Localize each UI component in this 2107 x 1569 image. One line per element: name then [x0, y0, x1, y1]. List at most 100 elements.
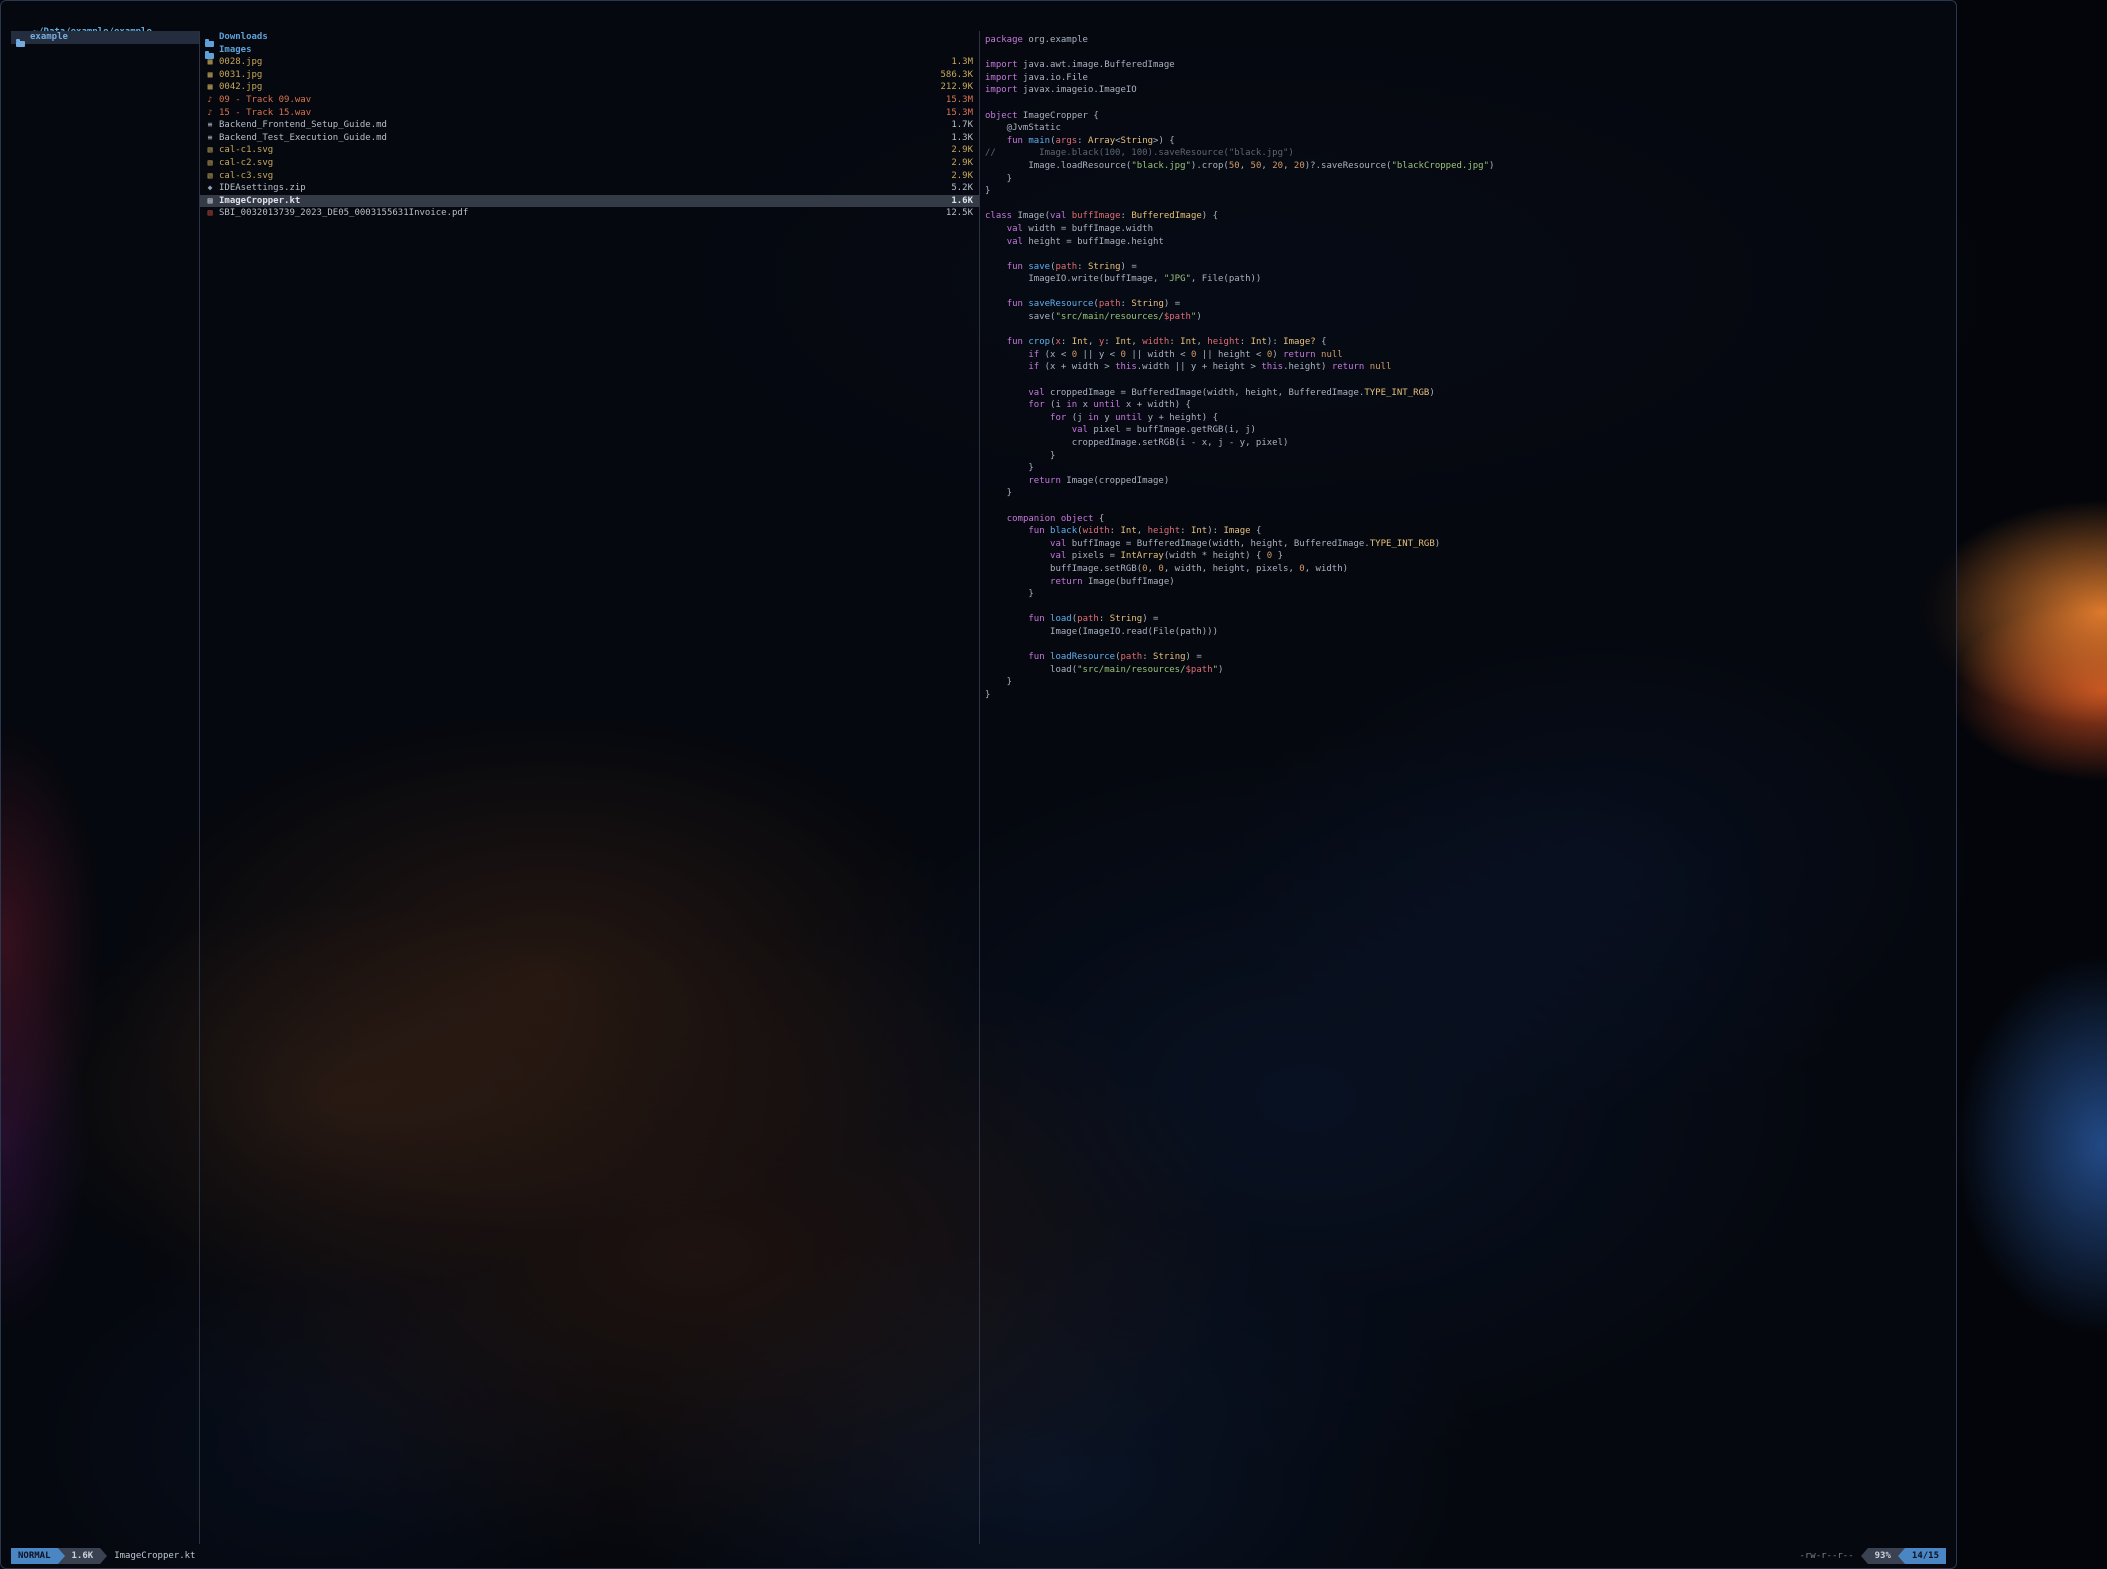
- file-row[interactable]: ≡ Backend_Test_Execution_Guide.md 1.3K: [200, 132, 979, 145]
- file-name: Downloads: [219, 31, 965, 44]
- code-line: Image(ImageIO.read(File(path))): [985, 626, 1946, 639]
- file-row[interactable]: ◆IDEAsettings.zip5.2K: [200, 182, 979, 195]
- code-line: companion object {: [985, 513, 1946, 526]
- file-size: 1.3K: [951, 132, 973, 145]
- file-row[interactable]: ♪15 - Track 15.wav15.3M: [200, 107, 979, 120]
- code-line: [985, 248, 1946, 261]
- file-name: cal-c3.svg: [219, 170, 943, 183]
- breadcrumb: ~/Data/example/example: [11, 5, 1946, 23]
- code-line: val buffImage = BufferedImage(width, hei…: [985, 538, 1946, 551]
- file-size: 15.3M: [946, 94, 973, 107]
- code-line: import java.io.File: [985, 72, 1946, 85]
- file-size: 2.9K: [951, 170, 973, 183]
- code-line: [985, 198, 1946, 211]
- code-line: }: [985, 173, 1946, 186]
- scroll-percent-badge: 93%: [1868, 1548, 1898, 1564]
- code-line: fun load(path: String) =: [985, 613, 1946, 626]
- file-row[interactable]: Downloads: [200, 31, 979, 44]
- code-line: [985, 97, 1946, 110]
- file-row[interactable]: ≡ Backend_Frontend_Setup_Guide.md 1.7K: [200, 119, 979, 132]
- code-line: }: [985, 689, 1946, 702]
- markdown-icon: ≡: [205, 119, 215, 132]
- code-line: [985, 601, 1946, 614]
- file-row[interactable]: ▧cal-c1.svg2.9K: [200, 144, 979, 157]
- code-line: [985, 374, 1946, 387]
- code-line: package org.example: [985, 34, 1946, 47]
- file-row[interactable]: ♪ 09 - Track 09.wav 15.3M: [200, 94, 979, 107]
- file-list-pane: DownloadsImages▦0028.jpg1.3M▦0031.jpg586…: [200, 31, 979, 1544]
- code-line: ImageIO.write(buffImage, "JPG", File(pat…: [985, 273, 1946, 286]
- cursor-position-badge: 14/15: [1905, 1548, 1946, 1564]
- code-line: object ImageCropper {: [985, 110, 1946, 123]
- code-line: fun loadResource(path: String) =: [985, 651, 1946, 664]
- code-line: if (x + width > this.width || y + height…: [985, 361, 1946, 374]
- file-name: Backend_Frontend_Setup_Guide.md: [219, 119, 943, 132]
- code-line: for (i in x until x + width) {: [985, 399, 1946, 412]
- code-line: }: [985, 462, 1946, 475]
- powerline-separator-icon: [100, 1548, 107, 1564]
- file-name: SBI_0032013739_2023_DE05_0003155631Invoi…: [219, 207, 938, 220]
- file-name: Images: [219, 44, 965, 57]
- file-name: 09 - Track 09.wav: [219, 94, 938, 107]
- file-size: 586.3K: [940, 69, 973, 82]
- file-size: 1.7K: [951, 119, 973, 132]
- archive-icon: ◆: [205, 182, 215, 195]
- file-name: Backend_Test_Execution_Guide.md: [219, 132, 943, 145]
- code-line: import java.awt.image.BufferedImage: [985, 59, 1946, 72]
- file-name: example: [30, 31, 185, 44]
- code-line: val pixel = buffImage.getRGB(i, j): [985, 424, 1946, 437]
- code-line: }: [985, 185, 1946, 198]
- file-row[interactable]: ▦0028.jpg1.3M: [200, 56, 979, 69]
- file-row[interactable]: ▧ cal-c3.svg 2.9K: [200, 170, 979, 183]
- powerline-separator-icon: [58, 1548, 65, 1564]
- file-permissions: -rw-r--r--: [1799, 1550, 1853, 1563]
- svg-icon: ▧: [205, 144, 215, 157]
- file-name: cal-c2.svg: [219, 157, 943, 170]
- file-row[interactable]: ▦0042.jpg212.9K: [200, 81, 979, 94]
- file-name: IDEAsettings.zip: [219, 182, 943, 195]
- code-line: return Image(croppedImage): [985, 475, 1946, 488]
- status-bar: NORMAL 1.6K ImageCropper.kt -rw-r--r-- 9…: [11, 1548, 1946, 1564]
- code-line: [985, 286, 1946, 299]
- file-name: ImageCropper.kt: [219, 195, 943, 208]
- code-line: [985, 47, 1946, 60]
- code-line: croppedImage.setRGB(i - x, j - y, pixel): [985, 437, 1946, 450]
- file-row[interactable]: ▦0031.jpg586.3K: [200, 69, 979, 82]
- pdf-icon: ▥: [205, 207, 215, 220]
- file-row[interactable]: ▥ SBI_0032013739_2023_DE05_0003155631Invo…: [200, 207, 979, 220]
- code-line: buffImage.setRGB(0, 0, width, height, pi…: [985, 563, 1946, 576]
- svg-icon: ▧: [205, 170, 215, 183]
- file-size: 15.3M: [946, 107, 973, 120]
- file-row[interactable]: example: [11, 31, 199, 44]
- audio-icon: ♪: [205, 94, 215, 107]
- code-line: }: [985, 487, 1946, 500]
- code-line: }: [985, 676, 1946, 689]
- file-name: cal-c1.svg: [219, 144, 943, 157]
- file-row[interactable]: ▤ImageCropper.kt1.6K: [200, 195, 979, 208]
- code-preview: package org.example import java.awt.imag…: [980, 31, 1946, 701]
- file-name: 0028.jpg: [219, 56, 943, 69]
- parent-directory-pane: example: [11, 31, 199, 1544]
- code-line: fun main(args: Array<String>) {: [985, 135, 1946, 148]
- status-filename: ImageCropper.kt: [114, 1550, 195, 1563]
- svg-icon: ▧: [205, 157, 215, 170]
- file-size: 212.9K: [940, 81, 973, 94]
- preview-pane: package org.example import java.awt.imag…: [980, 31, 1946, 1544]
- status-left: NORMAL 1.6K ImageCropper.kt: [11, 1548, 195, 1564]
- code-line: val height = buffImage.height: [985, 236, 1946, 249]
- code-line: [985, 500, 1946, 513]
- file-row[interactable]: ▧ cal-c2.svg 2.9K: [200, 157, 979, 170]
- code-line: }: [985, 588, 1946, 601]
- markdown-icon: ≡: [205, 132, 215, 145]
- file-size: 1.6K: [951, 195, 973, 208]
- file-size: 2.9K: [951, 157, 973, 170]
- code-line: val width = buffImage.width: [985, 223, 1946, 236]
- powerline-separator-icon: [1861, 1548, 1868, 1564]
- file-size-badge: 1.6K: [65, 1548, 101, 1564]
- file-row[interactable]: Images: [200, 44, 979, 57]
- code-line: [985, 324, 1946, 337]
- mode-badge: NORMAL: [11, 1548, 58, 1564]
- file-name: 15 - Track 15.wav: [219, 107, 938, 120]
- code-line: fun saveResource(path: String) =: [985, 298, 1946, 311]
- code-line: return Image(buffImage): [985, 576, 1946, 589]
